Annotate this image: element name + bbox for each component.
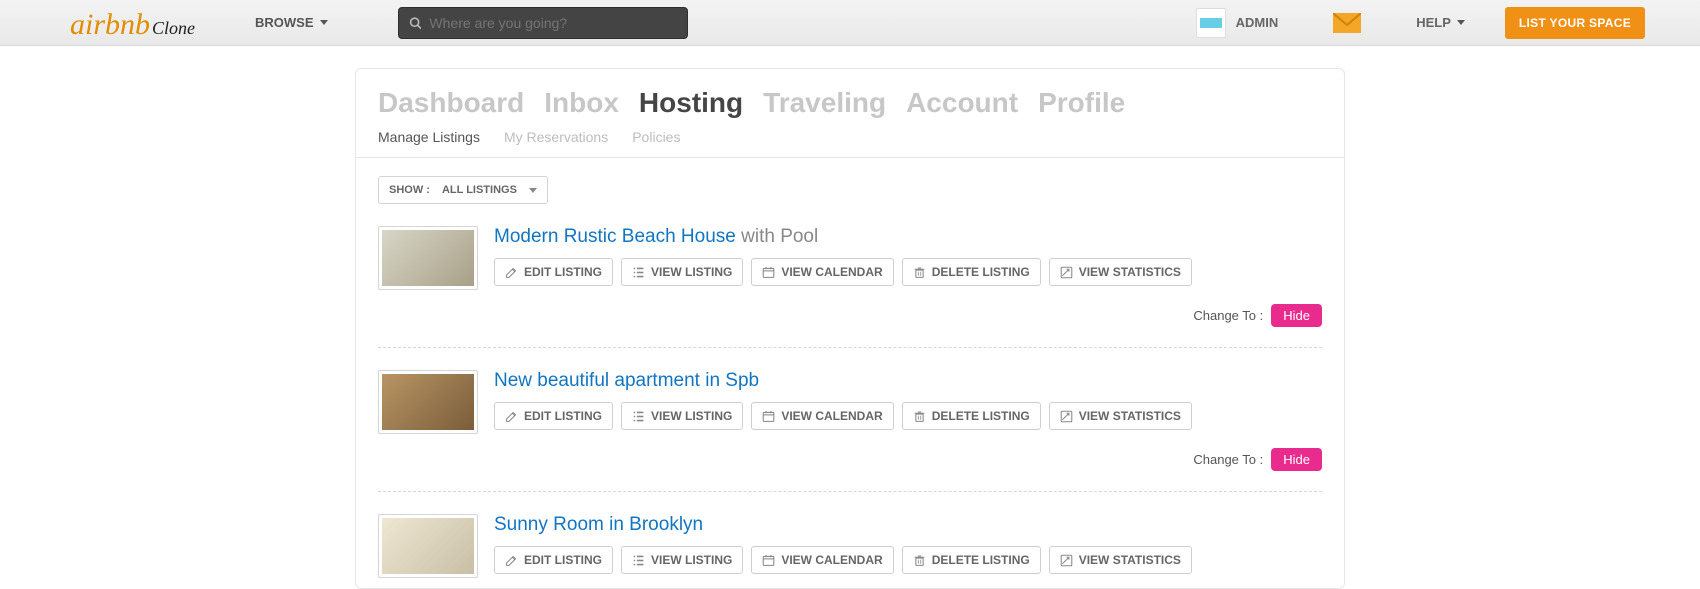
- listing-body: Sunny Room in Brooklyn EDIT LISTING VIEW L…: [494, 514, 1322, 574]
- logo-main: airbnb: [70, 8, 150, 41]
- mail-icon[interactable]: [1333, 13, 1361, 33]
- show-filter-label: SHOW :: [389, 184, 430, 196]
- show-filter-dropdown[interactable]: SHOW : ALL LISTINGS: [378, 176, 548, 204]
- listing-title-link[interactable]: Sunny Room in Brooklyn: [494, 514, 1322, 536]
- listing-thumbnail[interactable]: [378, 226, 478, 290]
- tab-hosting[interactable]: Hosting: [639, 87, 743, 119]
- stats-icon: [1060, 410, 1073, 423]
- browse-menu[interactable]: BROWSE: [255, 15, 328, 30]
- edit-icon: [505, 410, 518, 423]
- stats-icon: [1060, 266, 1073, 279]
- view-calendar-button[interactable]: VIEW CALENDAR: [751, 546, 893, 574]
- admin-avatar: [1196, 8, 1226, 38]
- search-icon: [409, 16, 422, 30]
- subtab-my-reservations[interactable]: My Reservations: [504, 129, 608, 145]
- listing-body: Modern Rustic Beach House with Pool EDIT …: [494, 226, 1322, 327]
- subtabs: Manage Listings My Reservations Policies: [356, 129, 1344, 158]
- tab-traveling[interactable]: Traveling: [763, 87, 886, 119]
- chevron-down-icon: [1457, 20, 1465, 25]
- help-label: HELP: [1416, 15, 1451, 30]
- delete-icon: [913, 266, 926, 279]
- view-icon: [632, 554, 645, 567]
- tab-inbox[interactable]: Inbox: [544, 87, 619, 119]
- content-area: SHOW : ALL LISTINGS Modern Rustic Beach …: [356, 158, 1344, 588]
- logo-sub: Clone: [152, 18, 195, 38]
- edit-listing-button[interactable]: EDIT LISTING: [494, 546, 613, 574]
- search-box[interactable]: [398, 7, 688, 39]
- view-icon: [632, 266, 645, 279]
- listing-thumbnail[interactable]: [378, 514, 478, 578]
- top-bar: airbnbClone BROWSE ADMIN HELP LIST YOUR …: [0, 0, 1700, 46]
- view-calendar-button[interactable]: VIEW CALENDAR: [751, 402, 893, 430]
- tab-profile[interactable]: Profile: [1038, 87, 1125, 119]
- hide-button[interactable]: Hide: [1271, 304, 1322, 327]
- tab-dashboard[interactable]: Dashboard: [378, 87, 524, 119]
- listing-body: New beautiful apartment in Spb EDIT LISTI…: [494, 370, 1322, 471]
- delete-listing-button[interactable]: DELETE LISTING: [902, 402, 1041, 430]
- calendar-icon: [762, 266, 775, 279]
- edit-listing-button[interactable]: EDIT LISTING: [494, 402, 613, 430]
- admin-menu[interactable]: ADMIN: [1196, 8, 1279, 38]
- listing-thumbnail[interactable]: [378, 370, 478, 434]
- help-menu[interactable]: HELP: [1416, 15, 1465, 30]
- stats-icon: [1060, 554, 1073, 567]
- tab-account[interactable]: Account: [906, 87, 1018, 119]
- delete-icon: [913, 554, 926, 567]
- admin-label: ADMIN: [1236, 15, 1279, 30]
- chevron-down-icon: [320, 20, 328, 25]
- listing-actions: EDIT LISTING VIEW LISTING VIEW CALENDAR DEL…: [494, 402, 1322, 430]
- view-statistics-button[interactable]: VIEW STATISTICS: [1049, 402, 1192, 430]
- edit-icon: [505, 266, 518, 279]
- view-listing-button[interactable]: VIEW LISTING: [621, 258, 743, 286]
- subtab-policies[interactable]: Policies: [632, 129, 680, 145]
- listing-row: Modern Rustic Beach House with Pool EDIT …: [378, 204, 1322, 327]
- change-to-label: Change To :: [1193, 452, 1263, 467]
- main-panel: Dashboard Inbox Hosting Traveling Accoun…: [355, 68, 1345, 589]
- view-icon: [632, 410, 645, 423]
- listing-row: Sunny Room in Brooklyn EDIT LISTING VIEW L…: [378, 491, 1322, 578]
- calendar-icon: [762, 554, 775, 567]
- site-logo[interactable]: airbnbClone: [70, 10, 195, 40]
- chevron-down-icon: [529, 188, 537, 193]
- listing-actions: EDIT LISTING VIEW LISTING VIEW CALENDAR DEL…: [494, 546, 1322, 574]
- edit-icon: [505, 554, 518, 567]
- search-input[interactable]: [429, 15, 676, 31]
- listing-title-link[interactable]: Modern Rustic Beach House with Pool: [494, 226, 1322, 248]
- delete-icon: [913, 410, 926, 423]
- list-your-space-button[interactable]: LIST YOUR SPACE: [1505, 7, 1645, 39]
- view-listing-button[interactable]: VIEW LISTING: [621, 546, 743, 574]
- listing-row: New beautiful apartment in Spb EDIT LISTI…: [378, 347, 1322, 471]
- hide-button[interactable]: Hide: [1271, 448, 1322, 471]
- change-to-row: Change To : Hide: [494, 448, 1322, 471]
- listing-title-link[interactable]: New beautiful apartment in Spb: [494, 370, 1322, 392]
- account-tabs: Dashboard Inbox Hosting Traveling Accoun…: [356, 69, 1344, 129]
- delete-listing-button[interactable]: DELETE LISTING: [902, 546, 1041, 574]
- show-filter-value: ALL LISTINGS: [442, 184, 517, 196]
- subtab-manage-listings[interactable]: Manage Listings: [378, 129, 480, 145]
- calendar-icon: [762, 410, 775, 423]
- delete-listing-button[interactable]: DELETE LISTING: [902, 258, 1041, 286]
- view-calendar-button[interactable]: VIEW CALENDAR: [751, 258, 893, 286]
- view-listing-button[interactable]: VIEW LISTING: [621, 402, 743, 430]
- change-to-label: Change To :: [1193, 308, 1263, 323]
- change-to-row: Change To : Hide: [494, 304, 1322, 327]
- view-statistics-button[interactable]: VIEW STATISTICS: [1049, 258, 1192, 286]
- browse-label: BROWSE: [255, 15, 314, 30]
- listing-actions: EDIT LISTING VIEW LISTING VIEW CALENDAR DEL…: [494, 258, 1322, 286]
- view-statistics-button[interactable]: VIEW STATISTICS: [1049, 546, 1192, 574]
- edit-listing-button[interactable]: EDIT LISTING: [494, 258, 613, 286]
- listing-title-extra: with Pool: [736, 226, 818, 247]
